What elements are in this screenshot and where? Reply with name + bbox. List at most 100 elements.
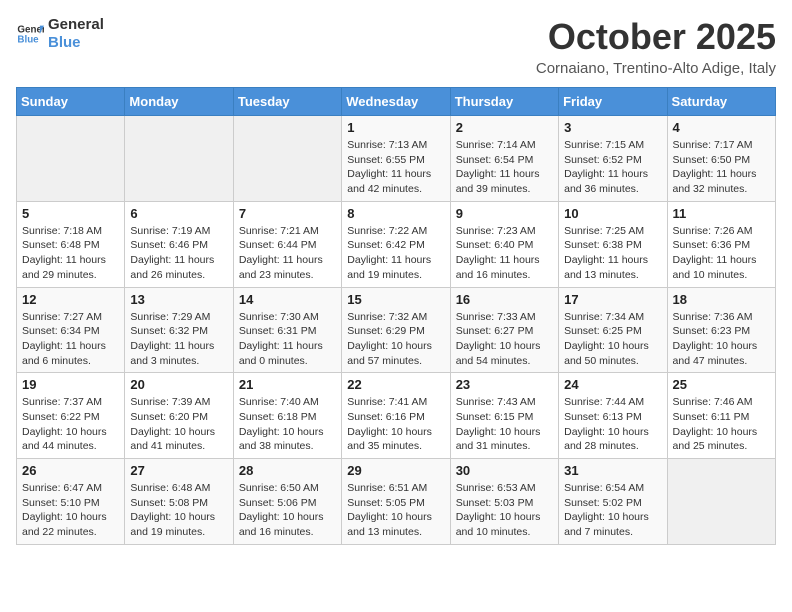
- day-info: Sunrise: 7:36 AM Sunset: 6:23 PM Dayligh…: [673, 310, 770, 369]
- day-number: 29: [347, 463, 444, 478]
- day-number: 11: [673, 206, 770, 221]
- day-number: 21: [239, 377, 336, 392]
- calendar-cell: 25 Sunrise: 7:46 AM Sunset: 6:11 PM Dayli…: [667, 373, 775, 459]
- day-info: Sunrise: 7:34 AM Sunset: 6:25 PM Dayligh…: [564, 310, 661, 369]
- calendar-cell: 22 Sunrise: 7:41 AM Sunset: 6:16 PM Dayli…: [342, 373, 450, 459]
- calendar-cell: 28Sunrise: 6:50 AM Sunset: 5:06 PM Dayli…: [233, 459, 341, 545]
- day-number: 18: [673, 292, 770, 307]
- calendar-cell: [667, 459, 775, 545]
- day-number: 20: [130, 377, 227, 392]
- calendar-cell: 27 Sunrise: 6:48 AM Sunset: 5:08 PM Dayli…: [125, 459, 233, 545]
- weekday-header-wednesday: Wednesday: [342, 88, 450, 116]
- calendar-cell: 24 Sunrise: 7:44 AM Sunset: 6:13 PM Dayli…: [559, 373, 667, 459]
- weekday-header-friday: Friday: [559, 88, 667, 116]
- calendar-cell: 18 Sunrise: 7:36 AM Sunset: 6:23 PM Dayli…: [667, 287, 775, 373]
- logo-line1: General: [48, 16, 104, 34]
- calendar-cell: [125, 116, 233, 202]
- calendar-cell: 13 Sunrise: 7:29 AM Sunset: 6:32 PM Dayli…: [125, 287, 233, 373]
- calendar-week-row: 26Sunrise: 6:47 AM Sunset: 5:10 PM Dayli…: [17, 459, 776, 545]
- calendar-cell: 5 Sunrise: 7:18 AM Sunset: 6:48 PM Daylig…: [17, 201, 125, 287]
- day-number: 4: [673, 120, 770, 135]
- day-info: Sunrise: 6:50 AM Sunset: 5:06 PM Dayligh…: [239, 481, 336, 540]
- day-number: 31: [564, 463, 661, 478]
- calendar-cell: 11 Sunrise: 7:26 AM Sunset: 6:36 PM Dayli…: [667, 201, 775, 287]
- day-number: 12: [22, 292, 119, 307]
- day-info: Sunrise: 7:18 AM Sunset: 6:48 PM Dayligh…: [22, 224, 119, 283]
- day-number: 15: [347, 292, 444, 307]
- day-number: 17: [564, 292, 661, 307]
- day-info: Sunrise: 6:54 AM Sunset: 5:02 PM Dayligh…: [564, 481, 661, 540]
- calendar-week-row: 1 Sunrise: 7:13 AM Sunset: 6:55 PM Daylig…: [17, 116, 776, 202]
- calendar-cell: 4 Sunrise: 7:17 AM Sunset: 6:50 PM Daylig…: [667, 116, 775, 202]
- day-info: Sunrise: 7:26 AM Sunset: 6:36 PM Dayligh…: [673, 224, 770, 283]
- calendar-cell: [233, 116, 341, 202]
- day-info: Sunrise: 7:17 AM Sunset: 6:50 PM Dayligh…: [673, 138, 770, 197]
- day-info: Sunrise: 7:32 AM Sunset: 6:29 PM Dayligh…: [347, 310, 444, 369]
- calendar-cell: 14Sunrise: 7:30 AM Sunset: 6:31 PM Dayli…: [233, 287, 341, 373]
- day-info: Sunrise: 7:43 AM Sunset: 6:15 PM Dayligh…: [456, 395, 553, 454]
- day-number: 25: [673, 377, 770, 392]
- calendar-cell: [17, 116, 125, 202]
- month-title: October 2025: [536, 16, 776, 58]
- location: Cornaiano, Trentino-Alto Adige, Italy: [536, 60, 776, 77]
- page-header: General Blue General Blue October 2025 C…: [16, 16, 776, 77]
- day-number: 7: [239, 206, 336, 221]
- calendar-cell: 19Sunrise: 7:37 AM Sunset: 6:22 PM Dayli…: [17, 373, 125, 459]
- day-info: Sunrise: 7:46 AM Sunset: 6:11 PM Dayligh…: [673, 395, 770, 454]
- day-number: 1: [347, 120, 444, 135]
- day-info: Sunrise: 7:33 AM Sunset: 6:27 PM Dayligh…: [456, 310, 553, 369]
- day-number: 5: [22, 206, 119, 221]
- day-number: 22: [347, 377, 444, 392]
- calendar-cell: 23 Sunrise: 7:43 AM Sunset: 6:15 PM Dayli…: [450, 373, 558, 459]
- day-info: Sunrise: 7:25 AM Sunset: 6:38 PM Dayligh…: [564, 224, 661, 283]
- calendar-cell: 31 Sunrise: 6:54 AM Sunset: 5:02 PM Dayli…: [559, 459, 667, 545]
- day-info: Sunrise: 7:21 AM Sunset: 6:44 PM Dayligh…: [239, 224, 336, 283]
- day-info: Sunrise: 7:29 AM Sunset: 6:32 PM Dayligh…: [130, 310, 227, 369]
- day-info: Sunrise: 7:44 AM Sunset: 6:13 PM Dayligh…: [564, 395, 661, 454]
- day-number: 13: [130, 292, 227, 307]
- day-number: 23: [456, 377, 553, 392]
- logo: General Blue General Blue: [16, 16, 104, 52]
- calendar-week-row: 12Sunrise: 7:27 AM Sunset: 6:34 PM Dayli…: [17, 287, 776, 373]
- day-info: Sunrise: 7:14 AM Sunset: 6:54 PM Dayligh…: [456, 138, 553, 197]
- day-info: Sunrise: 7:13 AM Sunset: 6:55 PM Dayligh…: [347, 138, 444, 197]
- day-info: Sunrise: 7:19 AM Sunset: 6:46 PM Dayligh…: [130, 224, 227, 283]
- day-info: Sunrise: 6:48 AM Sunset: 5:08 PM Dayligh…: [130, 481, 227, 540]
- day-number: 9: [456, 206, 553, 221]
- weekday-header-saturday: Saturday: [667, 88, 775, 116]
- logo-line2: Blue: [48, 34, 104, 52]
- day-info: Sunrise: 7:23 AM Sunset: 6:40 PM Dayligh…: [456, 224, 553, 283]
- calendar-cell: 21Sunrise: 7:40 AM Sunset: 6:18 PM Dayli…: [233, 373, 341, 459]
- day-number: 10: [564, 206, 661, 221]
- svg-text:Blue: Blue: [17, 34, 39, 45]
- day-number: 27: [130, 463, 227, 478]
- calendar-cell: 6 Sunrise: 7:19 AM Sunset: 6:46 PM Daylig…: [125, 201, 233, 287]
- day-number: 24: [564, 377, 661, 392]
- day-info: Sunrise: 7:41 AM Sunset: 6:16 PM Dayligh…: [347, 395, 444, 454]
- day-info: Sunrise: 6:51 AM Sunset: 5:05 PM Dayligh…: [347, 481, 444, 540]
- day-info: Sunrise: 6:47 AM Sunset: 5:10 PM Dayligh…: [22, 481, 119, 540]
- day-info: Sunrise: 7:15 AM Sunset: 6:52 PM Dayligh…: [564, 138, 661, 197]
- day-number: 3: [564, 120, 661, 135]
- calendar-cell: 3 Sunrise: 7:15 AM Sunset: 6:52 PM Daylig…: [559, 116, 667, 202]
- calendar-week-row: 19Sunrise: 7:37 AM Sunset: 6:22 PM Dayli…: [17, 373, 776, 459]
- day-number: 16: [456, 292, 553, 307]
- calendar-week-row: 5 Sunrise: 7:18 AM Sunset: 6:48 PM Daylig…: [17, 201, 776, 287]
- weekday-header-row: SundayMondayTuesdayWednesdayThursdayFrid…: [17, 88, 776, 116]
- calendar-cell: 10 Sunrise: 7:25 AM Sunset: 6:38 PM Dayli…: [559, 201, 667, 287]
- day-info: Sunrise: 7:22 AM Sunset: 6:42 PM Dayligh…: [347, 224, 444, 283]
- calendar-cell: 16 Sunrise: 7:33 AM Sunset: 6:27 PM Dayli…: [450, 287, 558, 373]
- day-number: 6: [130, 206, 227, 221]
- calendar-cell: 30Sunrise: 6:53 AM Sunset: 5:03 PM Dayli…: [450, 459, 558, 545]
- calendar-cell: 7 Sunrise: 7:21 AM Sunset: 6:44 PM Daylig…: [233, 201, 341, 287]
- calendar-table: SundayMondayTuesdayWednesdayThursdayFrid…: [16, 87, 776, 545]
- calendar-cell: 26Sunrise: 6:47 AM Sunset: 5:10 PM Dayli…: [17, 459, 125, 545]
- day-number: 30: [456, 463, 553, 478]
- weekday-header-monday: Monday: [125, 88, 233, 116]
- day-info: Sunrise: 7:39 AM Sunset: 6:20 PM Dayligh…: [130, 395, 227, 454]
- day-info: Sunrise: 7:30 AM Sunset: 6:31 PM Dayligh…: [239, 310, 336, 369]
- calendar-cell: 15 Sunrise: 7:32 AM Sunset: 6:29 PM Dayli…: [342, 287, 450, 373]
- day-number: 8: [347, 206, 444, 221]
- calendar-cell: 20 Sunrise: 7:39 AM Sunset: 6:20 PM Dayli…: [125, 373, 233, 459]
- day-number: 19: [22, 377, 119, 392]
